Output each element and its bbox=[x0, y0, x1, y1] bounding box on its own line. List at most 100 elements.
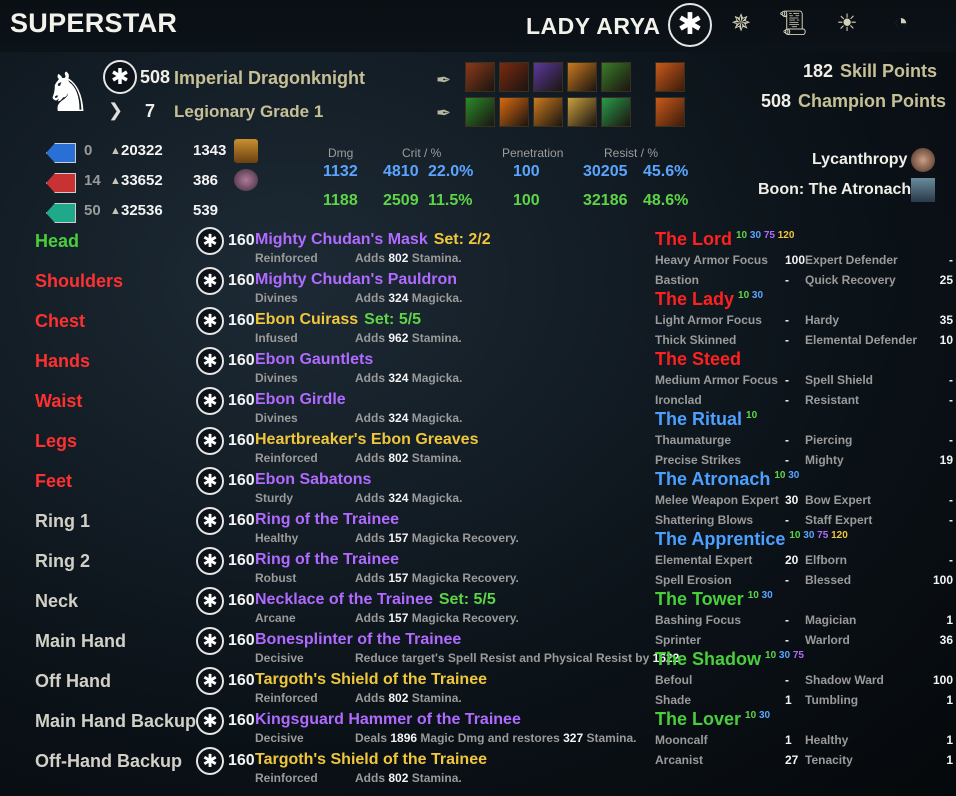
bar1-skill-4[interactable] bbox=[567, 62, 597, 92]
bar2-skill-1[interactable] bbox=[465, 97, 495, 127]
gear-row[interactable]: Main Hand Backup ✱ 160 Kingsguard Hammer of… bbox=[0, 707, 650, 751]
gear-row[interactable]: Ring 2 ✱ 160 Ring of the Trainee Robust Adds … bbox=[0, 547, 650, 591]
perk-value: 36 bbox=[939, 633, 953, 647]
health-max: 33652 bbox=[121, 172, 163, 189]
champion-perk-row: Medium Armor Focus - Spell Shield - bbox=[655, 373, 955, 393]
gear-row[interactable]: Off-Hand Backup ✱ 160 Targoth's Shield of t… bbox=[0, 747, 650, 791]
gear-item-name: Targoth's Shield of the Trainee bbox=[255, 671, 487, 688]
ultimate-slot-1[interactable] bbox=[655, 62, 685, 92]
gear-slot-label: Hands bbox=[35, 351, 91, 371]
gear-slot-label: Feet bbox=[35, 471, 73, 491]
gear-name[interactable]: Ebon Sabatons bbox=[255, 471, 371, 489]
gear-item-name: Ring of the Trainee bbox=[255, 551, 400, 568]
constellation-name: The Tower bbox=[655, 589, 744, 609]
bar2-skill-4[interactable] bbox=[567, 97, 597, 127]
gear-level: 160 bbox=[228, 552, 255, 569]
champion-perk-row: Befoul - Shadow Ward 100 bbox=[655, 673, 955, 693]
vampirism-status: Lycanthropy bbox=[812, 151, 908, 168]
gear-name[interactable]: Ring of the Trainee bbox=[255, 511, 399, 529]
gear-row[interactable]: Hands ✱ 160 Ebon Gauntlets Divines Adds 324 M… bbox=[0, 347, 650, 391]
gear-name[interactable]: Ebon Girdle bbox=[255, 391, 346, 409]
constellation-tags: 10 30 bbox=[774, 470, 800, 481]
bar2-skill-5[interactable] bbox=[601, 97, 631, 127]
gear-name[interactable]: Targoth's Shield of the Trainee bbox=[255, 751, 487, 769]
gear-trait: Divines bbox=[255, 291, 298, 305]
resist-header: Resist / % bbox=[604, 146, 659, 160]
bar1-skill-5[interactable] bbox=[601, 62, 631, 92]
perk-name: Magician bbox=[805, 613, 857, 627]
alliance-icon[interactable]: ◔ bbox=[884, 6, 918, 40]
gear-row[interactable]: Shoulders ✱ 160 Mighty Chudan's Pauldron Div… bbox=[0, 267, 650, 311]
character-name: LADY ARYA bbox=[526, 13, 661, 39]
perk-name: Quick Recovery bbox=[805, 273, 896, 287]
gear-enchantment: Adds 324 Magicka. bbox=[355, 291, 463, 305]
gear-name[interactable]: Necklace of the Trainee Set: 5/5 bbox=[255, 591, 496, 609]
gear-row[interactable]: Off Hand ✱ 160 Targoth's Shield of the Trai… bbox=[0, 667, 650, 711]
perk-name: Arcanist bbox=[655, 753, 704, 767]
boon-status: Boon: The Atronach bbox=[758, 181, 912, 198]
perk-value: 100 bbox=[932, 573, 953, 587]
perk-name: Medium Armor Focus bbox=[655, 373, 778, 387]
scroll-icon[interactable]: 📜︎ bbox=[776, 6, 810, 40]
gear-name[interactable]: Heartbreaker's Ebon Greaves bbox=[255, 431, 478, 449]
champion-star-icon: ✱ bbox=[196, 747, 224, 775]
bar1-skill-2[interactable] bbox=[499, 62, 529, 92]
gear-name[interactable]: Targoth's Shield of the Trainee bbox=[255, 671, 487, 689]
perk-name: Blessed bbox=[805, 573, 852, 587]
perk-value: 1 bbox=[946, 733, 953, 747]
gear-level: 160 bbox=[228, 592, 255, 609]
gear-name[interactable]: Mighty Chudan's Pauldron bbox=[255, 271, 457, 289]
gear-row[interactable]: Chest ✱ 160 Ebon Cuirass Set: 5/5 Infused Adds… bbox=[0, 307, 650, 351]
perk-name: Elemental Expert bbox=[655, 553, 753, 567]
perk-value: 10 bbox=[939, 333, 953, 347]
perk-value: - bbox=[785, 673, 789, 687]
gear-row[interactable]: Feet ✱ 160 Ebon Sabatons Sturdy Adds 324 Magi… bbox=[0, 467, 650, 511]
constellation-tags: 10 30 75 bbox=[765, 650, 804, 661]
constellation-name: The Steed bbox=[655, 349, 742, 369]
perk-value: 19 bbox=[939, 453, 953, 467]
gear-row[interactable]: Waist ✱ 160 Ebon Girdle Divines Adds 324 Magi… bbox=[0, 387, 650, 431]
gear-name[interactable]: Kingsguard Hammer of the Trainee bbox=[255, 711, 521, 729]
perk-name: Spell Shield bbox=[805, 373, 874, 387]
page-title: SUPERSTAR bbox=[10, 8, 178, 38]
gear-enchantment: Adds 157 Magicka Recovery. bbox=[355, 611, 519, 625]
gear-row[interactable]: Neck ✱ 160 Necklace of the Trainee Set: 5/5 A… bbox=[0, 587, 650, 631]
gear-level: 160 bbox=[228, 352, 255, 369]
gear-slot-label: Legs bbox=[35, 431, 78, 451]
gear-slot-label: Off-Hand Backup bbox=[35, 751, 183, 771]
sun-icon[interactable]: ☀ bbox=[830, 6, 864, 40]
champion-perk-row: Light Armor Focus - Hardy 35 bbox=[655, 313, 955, 333]
bar2-skill-2[interactable] bbox=[499, 97, 529, 127]
gear-row[interactable]: Ring 1 ✱ 160 Ring of the Trainee Healthy Adds… bbox=[0, 507, 650, 551]
bar1-skill-3[interactable] bbox=[533, 62, 563, 92]
champion-star-icon[interactable]: ✱ bbox=[668, 3, 712, 47]
gear-level: 160 bbox=[228, 672, 255, 689]
skill-points-label: Skill Points bbox=[840, 61, 938, 81]
gear-name[interactable]: Mighty Chudan's Mask Set: 2/2 bbox=[255, 231, 491, 249]
race-class: Imperial Dragonknight bbox=[174, 68, 366, 88]
gear-enchantment: Adds 324 Magicka. bbox=[355, 371, 463, 385]
perk-value: 20 bbox=[785, 553, 799, 567]
constellation-title: The Shadow 10 30 75 bbox=[655, 649, 804, 670]
champion-points-value: 508 bbox=[761, 91, 792, 111]
bar1-skill-1[interactable] bbox=[465, 62, 495, 92]
gear-enchantment: Adds 802 Stamina. bbox=[355, 771, 462, 785]
skills-compass-icon[interactable]: ✵ bbox=[724, 6, 758, 40]
gear-name[interactable]: Ring of the Trainee bbox=[255, 551, 399, 569]
stamina-points: 50 bbox=[84, 202, 101, 219]
gear-row[interactable]: Main Hand ✱ 160 Bonesplinter of the Trainee… bbox=[0, 627, 679, 671]
magicka-attribute-icon bbox=[46, 143, 76, 163]
gear-name[interactable]: Ebon Cuirass Set: 5/5 bbox=[255, 311, 421, 329]
gear-name[interactable]: Ebon Gauntlets bbox=[255, 351, 373, 369]
gear-level: 160 bbox=[228, 272, 255, 289]
gear-row[interactable]: Legs ✱ 160 Heartbreaker's Ebon Greaves Reinf… bbox=[0, 427, 650, 471]
gear-item-name: Necklace of the Trainee bbox=[255, 591, 433, 608]
health-recovery: 386 bbox=[193, 172, 219, 189]
constellation-tags: 10 30 75 120 bbox=[736, 230, 795, 241]
bar2-skill-3[interactable] bbox=[533, 97, 563, 127]
ultimate-slot-2[interactable] bbox=[655, 97, 685, 127]
gear-trait: Robust bbox=[255, 571, 297, 585]
perk-value: - bbox=[949, 513, 953, 527]
gear-row[interactable]: Head ✱ 160 Mighty Chudan's Mask Set: 2/2 Rein… bbox=[0, 227, 650, 271]
gear-name[interactable]: Bonesplinter of the Trainee bbox=[255, 631, 461, 649]
